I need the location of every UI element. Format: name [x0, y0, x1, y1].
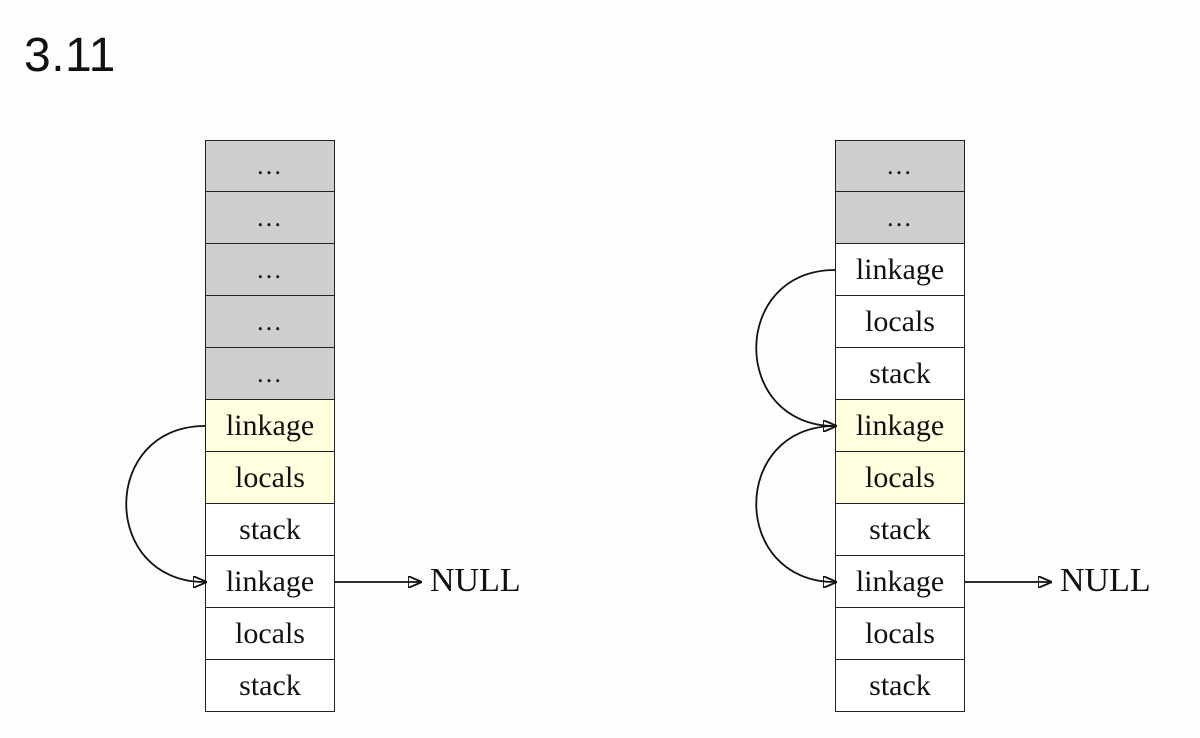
left-stack-cell-8-linkage: linkage: [205, 556, 335, 608]
left-stack-cell-2-dots: …: [205, 244, 335, 296]
back-pointer-arc: [756, 426, 835, 582]
right-stack-cell-10-stack: stack: [835, 660, 965, 712]
left-stack-cell-6-locals: locals: [205, 452, 335, 504]
null-label: NULL: [1060, 562, 1151, 600]
version-label: 3.11: [24, 28, 116, 83]
null-label: NULL: [430, 562, 521, 600]
back-pointer-arc: [756, 270, 835, 426]
right-stack-cell-4-stack: stack: [835, 348, 965, 400]
arrow-overlay: [0, 0, 1200, 738]
left-stack-cell-1-dots: …: [205, 192, 335, 244]
right-stack-cell-9-locals: locals: [835, 608, 965, 660]
left-stack-cell-5-linkage: linkage: [205, 400, 335, 452]
left-stack-cell-3-dots: …: [205, 296, 335, 348]
right-stack: ……linkagelocalsstacklinkagelocalsstackli…: [835, 140, 965, 712]
right-stack-cell-1-dots: …: [835, 192, 965, 244]
left-stack: ……………linkagelocalsstacklinkagelocalsstac…: [205, 140, 335, 712]
left-stack-cell-4-dots: …: [205, 348, 335, 400]
right-stack-cell-0-dots: …: [835, 140, 965, 192]
right-stack-cell-8-linkage: linkage: [835, 556, 965, 608]
right-stack-cell-3-locals: locals: [835, 296, 965, 348]
left-stack-cell-7-stack: stack: [205, 504, 335, 556]
left-stack-cell-9-locals: locals: [205, 608, 335, 660]
left-stack-cell-0-dots: …: [205, 140, 335, 192]
right-stack-cell-7-stack: stack: [835, 504, 965, 556]
back-pointer-arc: [126, 426, 205, 582]
left-stack-cell-10-stack: stack: [205, 660, 335, 712]
right-stack-cell-6-locals: locals: [835, 452, 965, 504]
right-stack-cell-2-linkage: linkage: [835, 244, 965, 296]
right-stack-cell-5-linkage: linkage: [835, 400, 965, 452]
